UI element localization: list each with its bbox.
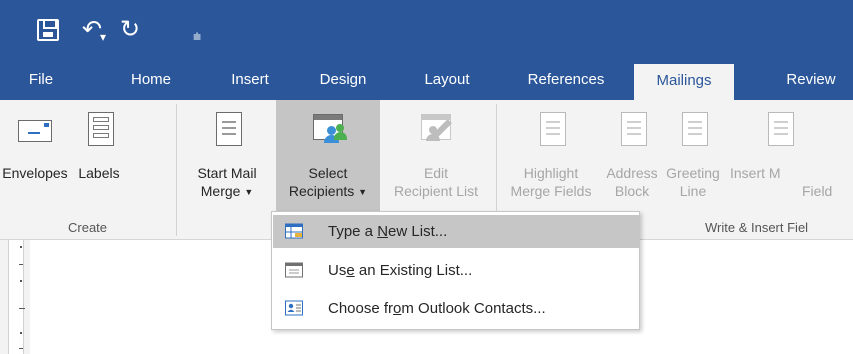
highlight-label-line1: Highlight [523,165,579,181]
greeting-line-button[interactable]: Greeting Line [662,100,724,218]
edit-recipient-list-label-line1: Edit [423,165,449,181]
title-bar: ↶ ▾ ↻ ⩧ [0,0,853,60]
undo-dropdown-icon[interactable]: ▾ [100,22,106,52]
tab-design[interactable]: Design [312,60,374,100]
greeting-label-line2: Line [679,183,707,199]
tab-mailings[interactable]: Mailings [634,64,734,100]
insert-label-line1: Insert M [730,165,781,181]
chevron-down-icon: ▼ [244,187,254,197]
tab-layout[interactable]: Layout [414,60,480,100]
ribbon-tab-bar: File Home Insert Design Layout Reference… [0,60,853,100]
select-recipients-label-line1: Select [308,165,348,181]
address-label-line2: Block [614,183,650,199]
edit-recipient-list-button[interactable]: Edit Recipient List [380,100,492,218]
insert-label-line2: Field [802,183,833,199]
customize-quick-access-icon[interactable]: ⩧ [193,22,201,52]
insert-merge-field-icon [760,112,798,148]
menu-item-text: Type a [328,223,378,240]
chevron-down-icon: ▼ [358,187,368,197]
tab-home[interactable]: Home [120,60,182,100]
vertical-ruler [0,240,30,354]
save-icon[interactable] [37,19,59,41]
menu-item-text: Us [328,262,347,279]
group-create-label: Create [68,220,108,235]
menu-item-type-new-list[interactable]: Type a New List... [273,215,639,248]
menu-item-use-existing-list[interactable]: Use an Existing List... [273,254,639,287]
greeting-label-line1: Greeting [666,165,720,181]
menu-item-accelerator: e [346,262,355,279]
address-label-line1: Address [606,165,658,181]
greeting-line-icon [674,112,712,148]
menu-item-text: ew List... [388,223,448,240]
highlight-label-line2: Merge Fields [510,183,592,199]
labels-button[interactable]: Labels [70,100,128,218]
table-icon [285,223,303,239]
labels-label: Labels [78,165,120,181]
start-mail-merge-button[interactable]: Start Mail Merge ▼ [180,100,274,218]
group-separator [176,104,177,236]
contact-card-icon [285,300,303,316]
mail-merge-icon [208,112,246,148]
select-recipients-label-line2: Recipients [288,183,355,199]
address-block-button[interactable]: Address Block [602,100,662,218]
select-recipients-button[interactable]: Select Recipients ▼ [276,100,380,218]
edit-recipient-list-label-line2: Recipient List [393,183,479,199]
start-mail-merge-label-line1: Start Mail [197,165,257,181]
menu-item-accelerator: N [377,223,389,240]
menu-item-text: Choose fr [328,300,394,317]
envelopes-button[interactable]: Envelopes [0,100,70,218]
labels-icon [80,112,118,148]
tab-review[interactable]: Review [776,60,846,100]
group-write-insert-label: Write & Insert Fiel [705,220,809,235]
list-icon [285,262,303,278]
menu-item-text: an Existing List... [354,262,473,279]
tab-insert[interactable]: Insert [222,60,278,100]
highlight-merge-fields-icon [532,112,570,148]
redo-icon[interactable]: ↻ [120,14,140,44]
envelopes-label: Envelopes [2,165,68,181]
tab-file[interactable]: File [18,60,64,100]
insert-merge-field-button[interactable]: Insert M Field [724,100,853,218]
tab-references[interactable]: References [514,60,618,100]
edit-recipient-list-icon [417,112,455,148]
address-block-icon [613,112,651,148]
menu-item-text: m Outlook Contacts... [401,300,546,317]
highlight-merge-fields-button[interactable]: Highlight Merge Fields [500,100,602,218]
select-recipients-dropdown: Type a New List... Use an Existing List.… [271,211,640,330]
envelope-icon [16,112,54,148]
menu-item-outlook-contacts[interactable]: Choose from Outlook Contacts... [273,292,639,325]
select-recipients-icon [309,112,347,148]
start-mail-merge-label-line2: Merge [200,183,241,199]
